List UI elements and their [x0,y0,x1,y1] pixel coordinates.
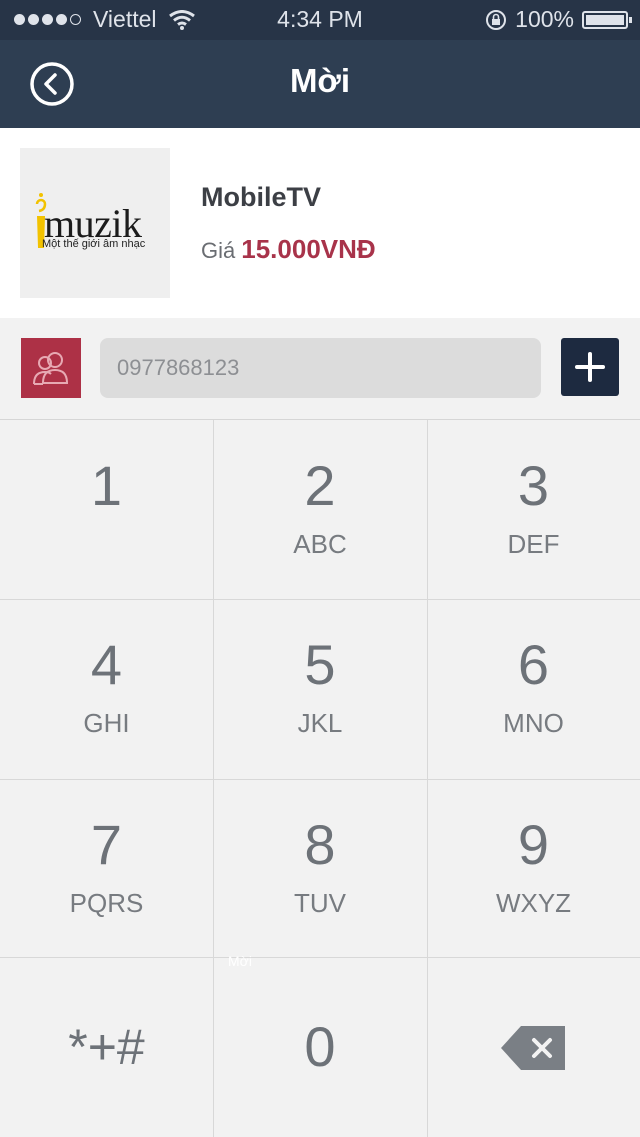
contacts-icon [33,352,69,385]
product-card: muzik Một thế giới âm nhạc MobileTV Giá … [0,128,640,318]
key-4[interactable]: 4 GHI [0,599,213,779]
keypad-divider [0,599,640,600]
status-bar: Viettel 4:34 PM 100% [0,0,640,40]
key-number: 4 [90,633,123,696]
product-price: Giá 15.000VNĐ [201,234,376,265]
key-number: 6 [517,633,550,696]
price-value: 15.000VNĐ [241,234,376,264]
key-number: 8 [304,813,336,876]
key-0[interactable]: 0 [213,957,427,1137]
orientation-lock-icon [486,9,507,30]
keypad-divider [0,779,640,780]
price-label: Giá [201,238,236,263]
add-button[interactable] [561,338,619,396]
key-number: 0 [304,1015,336,1078]
key-letters: GHI [83,708,130,738]
nav-bar: Mời [0,40,640,128]
dial-keypad: 1 2 ABC 3 DEF 4 GHI 5 JKL 6 MNO 7 PQRS 8… [0,419,640,1137]
key-number: *+# [68,1019,145,1075]
key-number: 7 [90,813,123,876]
contacts-button[interactable] [21,338,81,398]
logo-tagline: Một thế giới âm nhạc [42,238,146,250]
key-6[interactable]: 6 MNO [427,599,640,779]
status-right: 100% [485,6,632,33]
page-title: Mời [289,62,351,99]
key-letters: PQRS [69,888,144,918]
backspace-icon [501,1026,565,1070]
phone-input-row: 0977868123 [0,318,640,419]
key-2[interactable]: 2 ABC [213,420,427,599]
battery-icon [582,10,632,29]
key-3[interactable]: 3 DEF [427,420,640,599]
key-number: 9 [517,813,550,876]
key-number: 3 [517,454,550,517]
key-letters: ABC [293,529,347,559]
key-letters: MNO [503,708,564,738]
key-5[interactable]: 5 JKL [213,599,427,779]
key-1[interactable]: 1 [0,420,213,599]
key-letters: DEF [507,529,560,559]
key-number: 1 [90,454,123,517]
keypad-divider [0,957,640,958]
key-letters: WXYZ [495,888,572,918]
plus-icon [575,352,605,382]
key-8[interactable]: 8 TUV [213,779,427,957]
key-number: 2 [304,454,336,517]
key-number: 5 [304,633,336,696]
key-symbols[interactable]: *+# [0,957,213,1137]
product-name: MobileTV [201,182,321,212]
delete-key[interactable] [427,957,640,1137]
key-letters: JKL [297,708,343,738]
key-7[interactable]: 7 PQRS [0,779,213,957]
overlay-label: Mời [228,953,252,969]
product-logo: muzik Một thế giới âm nhạc [20,148,170,298]
battery-percent: 100% [515,6,574,32]
key-letters: TUV [294,888,346,918]
phone-number-input[interactable]: 0977868123 [100,338,541,398]
key-9[interactable]: 9 WXYZ [427,779,640,957]
